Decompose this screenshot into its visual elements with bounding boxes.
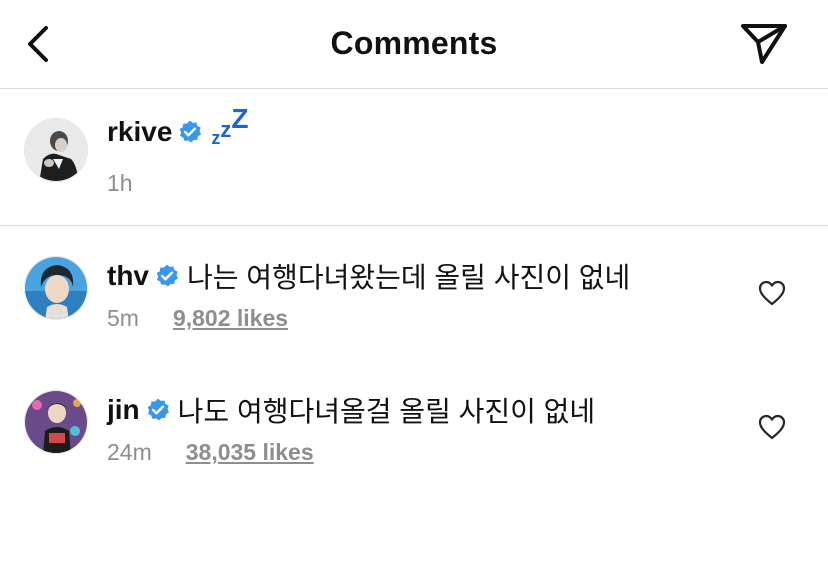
avatar[interactable] [24, 390, 88, 454]
verified-badge-icon [156, 264, 179, 287]
comment-meta: 24m 38,035 likes [107, 439, 314, 466]
share-button[interactable] [740, 22, 788, 66]
timestamp: 24m [107, 439, 152, 465]
username[interactable]: jin [107, 394, 140, 426]
caption-line: rkive zzZ [107, 103, 249, 148]
header-bar: Comments [0, 0, 828, 89]
post-caption: rkive zzZ 1h [0, 90, 828, 226]
timestamp: 5m [107, 305, 139, 331]
comment-line: thv 나는 여행다녀왔는데 올릴 사진이 없네 [107, 256, 630, 296]
comment-text: 나는 여행다녀왔는데 올릴 사진이 없네 [187, 262, 631, 293]
username[interactable]: rkive [107, 116, 172, 148]
verified-badge-icon [180, 120, 202, 143]
comment-line: jin 나도 여행다녀올걸 올릴 사진이 없네 [107, 390, 595, 430]
verified-badge-icon [147, 398, 169, 421]
avatar[interactable] [24, 256, 88, 320]
likes-count[interactable]: 38,035 likes [186, 439, 314, 466]
timestamp: 1h [107, 170, 133, 196]
like-button[interactable] [758, 280, 786, 306]
caption-meta: 1h [107, 170, 133, 197]
avatar[interactable] [24, 118, 88, 182]
paper-plane-icon [741, 24, 787, 64]
comment-text: 나도 여행다녀올걸 올릴 사진이 없네 [177, 396, 596, 427]
like-button[interactable] [758, 414, 786, 440]
comment-meta: 5m 9,802 likes [107, 305, 288, 332]
username[interactable]: thv [107, 260, 149, 292]
likes-count[interactable]: 9,802 likes [173, 305, 288, 332]
heart-icon [758, 280, 786, 306]
page-title: Comments [330, 25, 498, 61]
heart-icon [758, 414, 786, 440]
zzz-emoji: zzZ [211, 103, 249, 148]
